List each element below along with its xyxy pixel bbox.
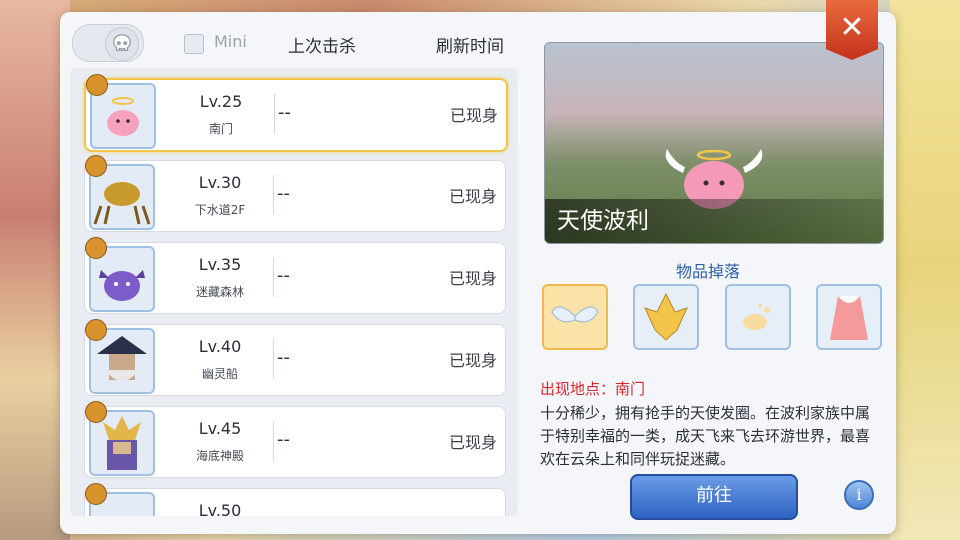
info-icon[interactable]: i	[844, 480, 874, 510]
spawn-status: 已现身	[448, 351, 497, 370]
monster-level: Lv.25	[199, 92, 243, 111]
last-kill-value: --	[277, 347, 290, 368]
last-kill-value: --	[278, 102, 291, 123]
monster-preview: 天使波利	[544, 42, 884, 244]
last-kill-value: --	[277, 429, 290, 450]
spawn-status: 已现身	[448, 433, 497, 452]
monster-name: 天使波利	[557, 208, 649, 234]
mvp-badge-icon	[85, 401, 107, 423]
drop-item-egg[interactable]	[725, 284, 791, 350]
monster-row[interactable]: Lv.35 迷藏森林 -- 已现身	[84, 237, 506, 314]
row-divider	[273, 257, 274, 297]
monster-description: 十分稀少，拥有抢手的天使发圈。在波利家族中属于特别幸福的一类，成天飞来飞去环游世…	[540, 404, 871, 468]
mvp-badge-icon	[85, 319, 107, 341]
spawn-location: 出现地点：南门	[540, 380, 646, 398]
monster-level: Lv.45	[198, 419, 242, 438]
background-right	[890, 0, 960, 540]
spawn-status: 已现身	[448, 187, 497, 206]
spawn-status: 已现身	[448, 269, 497, 288]
row-divider	[274, 94, 275, 134]
mini-checkbox[interactable]	[184, 34, 204, 54]
drop-item-wings[interactable]	[542, 284, 608, 350]
monster-location: 南门	[208, 122, 233, 136]
mini-label: Mini	[214, 32, 247, 51]
monster-level: Lv.40	[198, 337, 242, 356]
monster-row[interactable]: Lv.45 海底神殿 -- 已现身	[84, 401, 506, 478]
monster-row[interactable]: Lv.50	[84, 483, 506, 516]
mvp-badge-icon	[85, 237, 107, 259]
monster-row[interactable]: Lv.25 南门 -- 已现身	[84, 74, 508, 152]
monster-location: 幽灵船	[201, 367, 238, 381]
row-divider	[273, 175, 274, 215]
boss-toggle[interactable]	[72, 24, 144, 62]
monster-row[interactable]: Lv.40 幽灵船 -- 已现身	[84, 319, 506, 396]
last-kill-value: --	[277, 265, 290, 286]
skull-icon	[105, 27, 139, 61]
drops-title: 物品掉落	[676, 262, 741, 281]
monster-location: 下水道2F	[194, 203, 246, 217]
golden-crystal-icon	[644, 292, 688, 341]
drop-item-costume[interactable]	[816, 284, 882, 350]
monster-location: 迷藏森林	[195, 285, 244, 299]
monster-level: Lv.30	[198, 173, 242, 192]
mvp-badge-icon	[85, 483, 107, 505]
monster-level: Lv.50	[198, 501, 242, 516]
go-button[interactable]: 前往	[630, 474, 798, 520]
monster-location: 海底神殿	[195, 449, 244, 463]
row-divider	[273, 421, 274, 461]
last-kill-value: --	[277, 183, 290, 204]
mvp-badge-icon	[86, 74, 108, 96]
mvp-badge-icon	[85, 155, 107, 177]
drop-item-crystal[interactable]	[633, 284, 699, 350]
row-divider	[273, 339, 274, 379]
close-icon[interactable]: ✕	[826, 0, 878, 60]
last-kill-header: 上次击杀	[288, 37, 356, 57]
monster-list[interactable]: Lv.25 南门 -- 已现身 Lv.30 下水道2F -- 已现身 Lv.35…	[70, 68, 518, 516]
monster-row[interactable]: Lv.30 下水道2F -- 已现身	[84, 155, 506, 232]
monster-level: Lv.35	[198, 255, 242, 274]
spawn-status: 已现身	[449, 106, 498, 125]
angel-wings-icon	[551, 306, 599, 323]
refresh-time-header: 刷新时间	[436, 37, 504, 57]
egg-item-icon	[743, 304, 770, 330]
pink-costume-icon	[830, 296, 868, 340]
